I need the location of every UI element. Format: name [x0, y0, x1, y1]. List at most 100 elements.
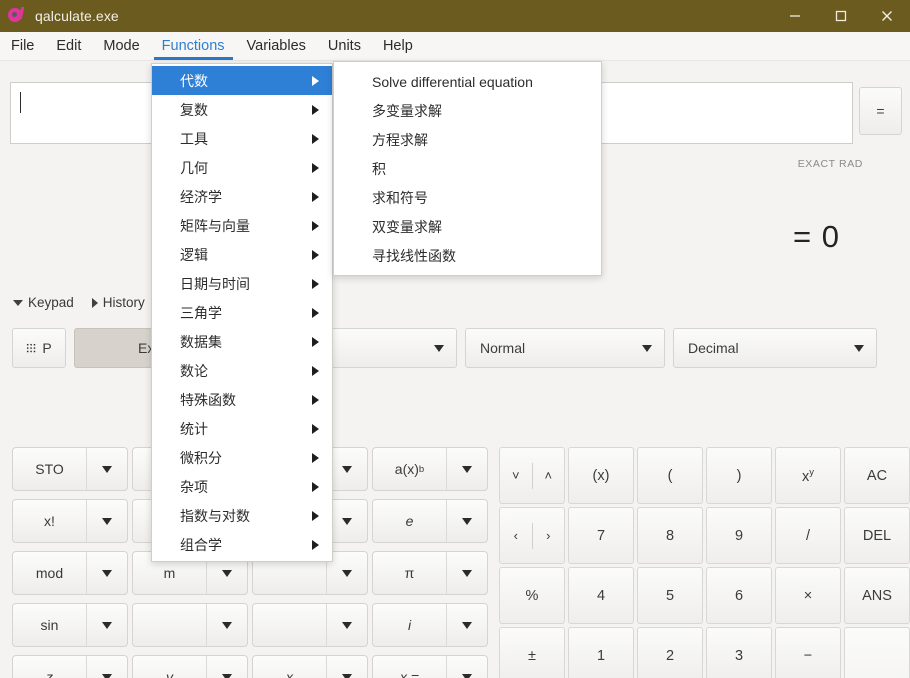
menu-help[interactable]: Help — [372, 32, 424, 60]
fn-button-r4c2[interactable] — [132, 603, 248, 647]
fn-button-mod[interactable]: mod — [12, 551, 128, 595]
key-8[interactable]: 8 — [637, 507, 703, 564]
key-open-paren[interactable]: ( — [637, 447, 703, 504]
key-equals[interactable]: = — [844, 627, 910, 678]
menu-item-exponents-logarithms[interactable]: 指数与对数 — [152, 501, 332, 530]
fn-button-x[interactable]: x — [252, 655, 368, 678]
fn-dropdown-arrow[interactable] — [86, 448, 127, 490]
fn-label: e — [405, 513, 414, 529]
fn-dropdown-arrow[interactable] — [86, 656, 127, 678]
window-title: qalculate.exe — [35, 8, 119, 24]
nav-horizontal-button[interactable]: ‹ › — [499, 507, 565, 564]
mode-normal-button[interactable]: Normal — [465, 328, 665, 368]
history-panel-toggle[interactable]: History — [91, 295, 145, 310]
menu-units[interactable]: Units — [317, 32, 372, 60]
fn-button-z[interactable]: z — [12, 655, 128, 678]
menu-edit[interactable]: Edit — [45, 32, 92, 60]
menu-item-calculus[interactable]: 微积分 — [152, 443, 332, 472]
key-plus-minus[interactable]: ± — [499, 627, 565, 678]
key-1[interactable]: 1 — [568, 627, 634, 678]
key-all-clear[interactable]: AC — [844, 447, 910, 504]
submenu-item-multivariate-solve[interactable]: 多变量求解 — [334, 96, 601, 125]
key-function-paren[interactable]: (x) — [568, 447, 634, 504]
menu-item-data-sets[interactable]: 数据集 — [152, 327, 332, 356]
fn-button-y[interactable]: y — [132, 655, 248, 678]
menu-functions[interactable]: Functions — [151, 32, 236, 60]
submenu-item-equation-solve[interactable]: 方程求解 — [334, 125, 601, 154]
fn-dropdown-arrow[interactable] — [326, 656, 367, 678]
chevron-right-icon — [312, 278, 319, 289]
fn-dropdown-arrow[interactable] — [206, 656, 247, 678]
fn-dropdown-arrow[interactable] — [446, 604, 487, 646]
key-4[interactable]: 4 — [568, 567, 634, 624]
minimize-button[interactable] — [772, 0, 818, 32]
key-6[interactable]: 6 — [706, 567, 772, 624]
menu-item-special-functions[interactable]: 特殊函数 — [152, 385, 332, 414]
fn-button-i[interactable]: i — [372, 603, 488, 647]
key-power[interactable]: xy — [775, 447, 841, 504]
keypad-panel-toggle[interactable]: Keypad — [13, 295, 74, 310]
submenu-item-two-variable-solve[interactable]: 双变量求解 — [334, 212, 601, 241]
key-3[interactable]: 3 — [706, 627, 772, 678]
chevron-right-icon — [312, 365, 319, 376]
key-close-paren[interactable]: ) — [706, 447, 772, 504]
keypad-layout-button[interactable]: P — [12, 328, 66, 368]
menu-item-algebra[interactable]: 代数 — [152, 66, 332, 95]
mode-decimal-button[interactable]: Decimal — [673, 328, 877, 368]
menu-item-geometry[interactable]: 几何 — [152, 153, 332, 182]
close-button[interactable] — [864, 0, 910, 32]
key-divide[interactable]: / — [775, 507, 841, 564]
maximize-button[interactable] — [818, 0, 864, 32]
fn-button-power-ab[interactable]: a(x) b — [372, 447, 488, 491]
menu-item-trigonometry[interactable]: 三角学 — [152, 298, 332, 327]
fn-button-sto[interactable]: STO — [12, 447, 128, 491]
menu-file[interactable]: File — [0, 32, 45, 60]
fn-dropdown-arrow[interactable] — [86, 500, 127, 542]
history-toggle-label: History — [102, 295, 145, 310]
fn-button-r4c3[interactable] — [252, 603, 368, 647]
key-5[interactable]: 5 — [637, 567, 703, 624]
fn-dropdown-arrow[interactable] — [446, 448, 487, 490]
fn-dropdown-arrow[interactable] — [446, 656, 487, 678]
nav-vertical-button[interactable]: ˅ ˄ — [499, 447, 565, 504]
fn-dropdown-arrow[interactable] — [206, 604, 247, 646]
chevron-down-icon — [342, 673, 352, 678]
menu-item-logic[interactable]: 逻辑 — [152, 240, 332, 269]
submenu-item-product[interactable]: 积 — [334, 154, 601, 183]
menu-variables[interactable]: Variables — [236, 32, 317, 60]
fn-button-e[interactable]: e — [372, 499, 488, 543]
fn-dropdown-arrow[interactable] — [86, 604, 127, 646]
submenu-item-solve-differential-equation[interactable]: Solve differential equation — [334, 67, 601, 96]
submenu-item-summation[interactable]: 求和符号 — [334, 183, 601, 212]
key-9[interactable]: 9 — [706, 507, 772, 564]
menu-item-combinatorics[interactable]: 组合学 — [152, 530, 332, 559]
fn-dropdown-arrow[interactable] — [446, 500, 487, 542]
fn-button-x-equals[interactable]: x = — [372, 655, 488, 678]
menu-item-economics[interactable]: 经济学 — [152, 182, 332, 211]
fn-dropdown-arrow[interactable] — [326, 604, 367, 646]
menu-item-tools[interactable]: 工具 — [152, 124, 332, 153]
fn-dropdown-arrow[interactable] — [86, 552, 127, 594]
fn-button-factorial[interactable]: x! — [12, 499, 128, 543]
key-7[interactable]: 7 — [568, 507, 634, 564]
menu-item-statistics[interactable]: 统计 — [152, 414, 332, 443]
menu-mode[interactable]: Mode — [92, 32, 150, 60]
key-answer[interactable]: ANS — [844, 567, 910, 624]
key-2[interactable]: 2 — [637, 627, 703, 678]
key-percent[interactable]: % — [499, 567, 565, 624]
chevron-down-icon — [342, 621, 352, 629]
menu-item-number-theory[interactable]: 数论 — [152, 356, 332, 385]
chevron-right-icon — [312, 510, 319, 521]
fn-button-pi[interactable]: π — [372, 551, 488, 595]
submenu-item-find-linear-function[interactable]: 寻找线性函数 — [334, 241, 601, 270]
menu-item-date-time[interactable]: 日期与时间 — [152, 269, 332, 298]
evaluate-button[interactable]: = — [859, 87, 902, 135]
key-minus[interactable]: − — [775, 627, 841, 678]
fn-dropdown-arrow[interactable] — [446, 552, 487, 594]
key-multiply[interactable]: × — [775, 567, 841, 624]
key-delete[interactable]: DEL — [844, 507, 910, 564]
menu-item-miscellaneous[interactable]: 杂项 — [152, 472, 332, 501]
fn-button-sin[interactable]: sin — [12, 603, 128, 647]
menu-item-complex-numbers[interactable]: 复数 — [152, 95, 332, 124]
menu-item-matrices-vectors[interactable]: 矩阵与向量 — [152, 211, 332, 240]
